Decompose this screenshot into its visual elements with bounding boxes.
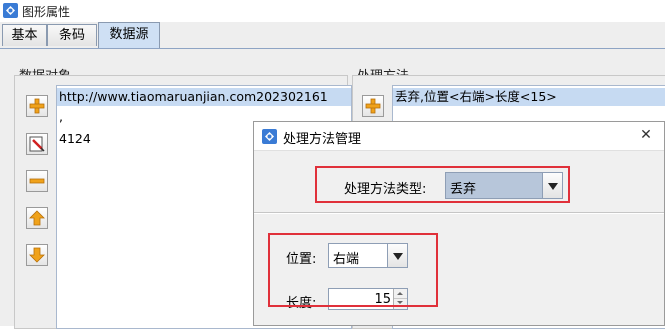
arrow-up-icon: [29, 210, 45, 226]
add-data-button[interactable]: [26, 95, 48, 117]
list-item[interactable]: 丢弃,位置<右端>长度<15>: [393, 88, 665, 106]
plus-icon: [29, 98, 45, 114]
divider: [254, 212, 664, 214]
minus-icon: [29, 178, 45, 184]
plus-icon: [365, 98, 381, 114]
move-down-button[interactable]: [26, 244, 48, 266]
method-manager-dialog: 处理方法管理 ✕ 处理方法类型: 丢弃 位置: 右端 长度: 15: [253, 121, 665, 326]
tab-basic[interactable]: 基本: [2, 24, 47, 46]
app-icon: [262, 129, 277, 144]
app-icon: [3, 3, 18, 18]
highlight-box: [268, 233, 438, 307]
tab-strip: 基本 条码 数据源: [0, 22, 665, 49]
tab-barcode[interactable]: 条码: [47, 24, 97, 46]
tab-datasource[interactable]: 数据源: [98, 22, 160, 48]
list-item[interactable]: http://www.tiaomaruanjian.com202302161: [57, 88, 351, 106]
list-item[interactable]: 4124: [57, 130, 91, 148]
edit-icon: [29, 136, 45, 152]
list-item[interactable]: ,: [57, 108, 63, 126]
move-up-button[interactable]: [26, 207, 48, 229]
arrow-down-icon: [29, 247, 45, 263]
highlight-box: [315, 166, 570, 203]
window-titlebar: 图形属性: [0, 0, 665, 23]
add-method-button[interactable]: [362, 95, 384, 117]
window-title: 图形属性: [22, 5, 71, 19]
remove-data-button[interactable]: [26, 170, 48, 192]
edit-data-button[interactable]: [26, 133, 48, 155]
close-icon[interactable]: ✕: [638, 127, 654, 143]
dialog-titlebar: 处理方法管理 ✕: [254, 122, 664, 151]
dialog-title: 处理方法管理: [283, 132, 362, 147]
